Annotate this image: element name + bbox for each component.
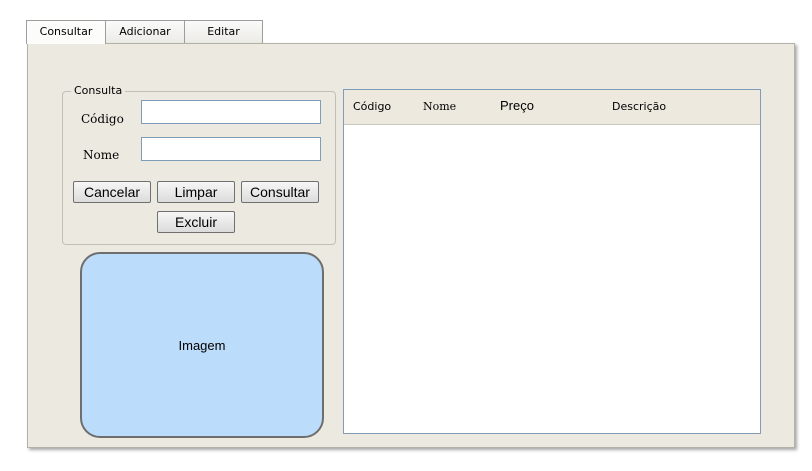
codigo-field[interactable] [141,100,321,124]
tab-consultar[interactable]: Consultar [26,20,106,44]
tab-adicionar[interactable]: Adicionar [105,20,185,43]
limpar-button[interactable]: Limpar [157,181,235,203]
nome-label: Nome [83,148,120,162]
consulta-groupbox: Consulta Código Nome Cancelar Limpar Con… [62,84,336,245]
excluir-button[interactable]: Excluir [157,211,235,233]
column-header-codigo[interactable]: Código [353,90,391,123]
table-header: Código Nome Preço Descrição [344,90,760,125]
column-header-descricao[interactable]: Descrição [612,90,666,123]
results-table[interactable]: Código Nome Preço Descrição [343,89,761,434]
nome-field[interactable] [141,137,321,161]
image-placeholder-label: Imagem [178,337,226,353]
image-placeholder: Imagem [80,252,324,438]
tab-content-panel: Consulta Código Nome Cancelar Limpar Con… [27,43,795,448]
column-header-preco[interactable]: Preço [500,90,534,121]
cancelar-button[interactable]: Cancelar [73,181,151,203]
tab-editar[interactable]: Editar [184,20,263,43]
consulta-legend: Consulta [71,84,126,97]
consultar-button[interactable]: Consultar [241,181,319,203]
codigo-label: Código [81,112,124,126]
column-header-nome[interactable]: Nome [423,90,456,123]
